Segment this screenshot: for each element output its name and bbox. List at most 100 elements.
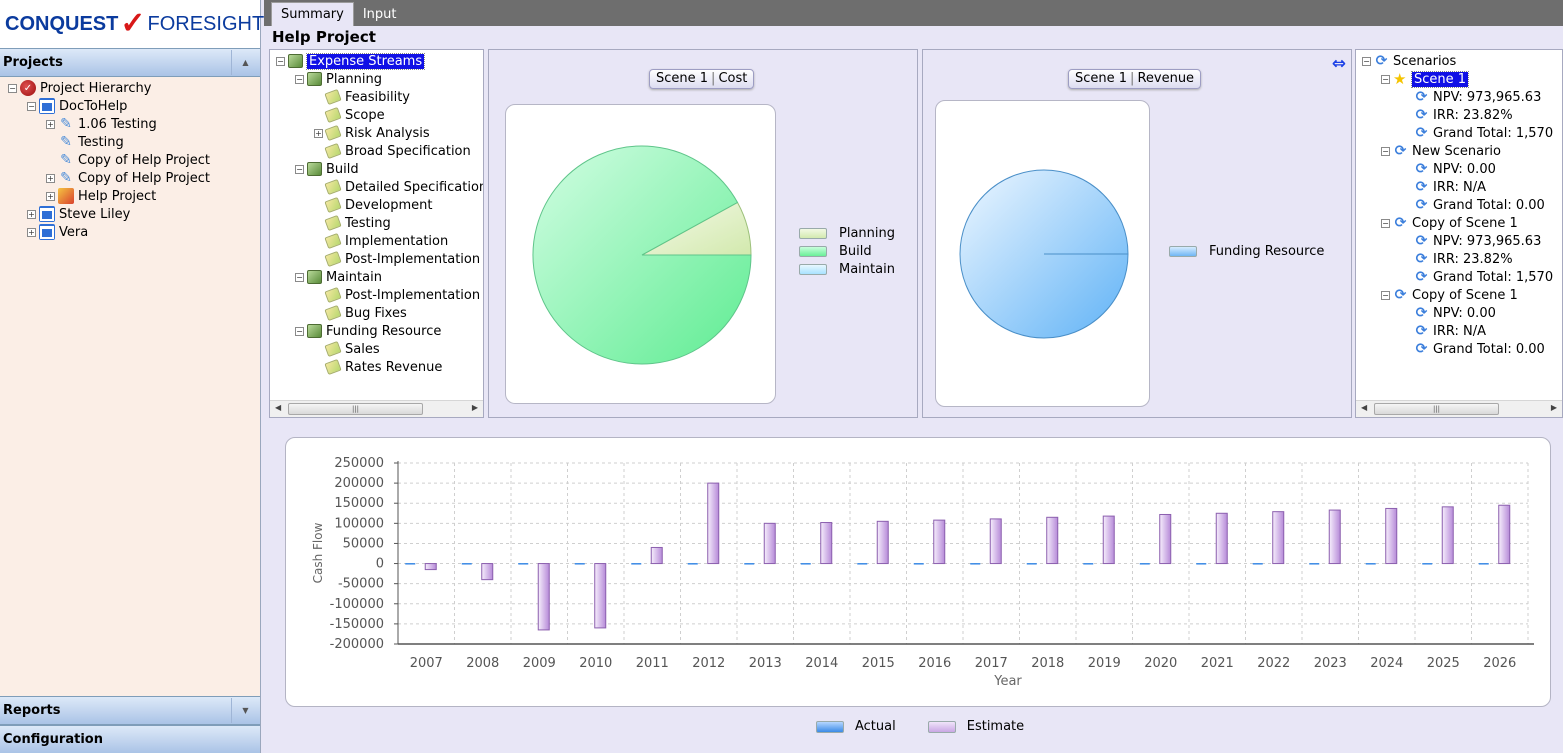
estimate-bar[interactable]: [989, 518, 1002, 565]
stream-leaf-item[interactable]: +Bug Fixes: [276, 304, 483, 322]
scenarios-horizontal-scrollbar[interactable]: ◀ ||| ▶: [1356, 400, 1562, 417]
estimate-bar[interactable]: [1046, 516, 1059, 565]
project-tree-item[interactable]: + ✎ 1.06 Testing: [0, 115, 260, 133]
stream-leaf-item[interactable]: +Feasibility: [276, 88, 483, 106]
projects-section-header[interactable]: Projects ▲: [0, 48, 260, 77]
collapse-node-icon[interactable]: −: [1381, 218, 1390, 228]
collapse-node-icon[interactable]: −: [295, 326, 304, 336]
tab-summary[interactable]: Summary: [271, 2, 354, 26]
estimate-bar[interactable]: [1498, 504, 1511, 565]
expand-arrows-icon[interactable]: ⇔: [1332, 54, 1346, 74]
scenario-item[interactable]: − ⟳ Copy of Scene 1: [1362, 214, 1553, 232]
estimate-bar[interactable]: [537, 563, 550, 631]
actual-bar[interactable]: [1083, 563, 1094, 565]
stream-leaf-item[interactable]: +Sales: [276, 340, 483, 358]
collapse-up-icon[interactable]: ▲: [231, 50, 259, 75]
actual-bar[interactable]: [1422, 563, 1433, 565]
configuration-section-header[interactable]: Configuration: [0, 725, 260, 753]
stream-leaf-item[interactable]: +Detailed Specification: [276, 178, 483, 196]
project-tree-item[interactable]: ✎ Testing: [0, 133, 260, 151]
collapse-node-icon[interactable]: −: [1381, 290, 1390, 300]
collapse-node-icon[interactable]: −: [1362, 56, 1371, 66]
collapse-node-icon[interactable]: −: [295, 164, 304, 174]
actual-bar[interactable]: [518, 563, 529, 565]
estimate-bar[interactable]: [1385, 507, 1398, 565]
actual-bar[interactable]: [800, 563, 811, 565]
tab-input[interactable]: Input: [354, 3, 406, 26]
stream-group-item[interactable]: − Funding Resource: [276, 322, 483, 340]
expand-node-icon[interactable]: +: [46, 173, 55, 183]
project-tree-item[interactable]: − ✓ Project Hierarchy: [0, 79, 260, 97]
scroll-right-icon[interactable]: ▶: [1551, 403, 1557, 412]
estimate-bar[interactable]: [1215, 512, 1228, 565]
estimate-bar[interactable]: [1328, 509, 1341, 565]
estimate-bar[interactable]: [1102, 515, 1115, 565]
expand-down-icon[interactable]: ▼: [231, 698, 259, 723]
estimate-bar[interactable]: [707, 482, 720, 565]
estimate-bar[interactable]: [481, 563, 494, 581]
collapse-node-icon[interactable]: −: [295, 74, 304, 84]
stream-group-item[interactable]: − Build: [276, 160, 483, 178]
collapse-node-icon[interactable]: −: [8, 83, 17, 93]
expand-node-icon[interactable]: +: [27, 227, 36, 237]
scenario-item[interactable]: − ★ Scene 1: [1362, 70, 1553, 88]
expand-node-icon[interactable]: +: [46, 191, 55, 201]
pie-slice-funding-resource[interactable]: [959, 169, 1129, 339]
stream-group-item[interactable]: − Maintain: [276, 268, 483, 286]
estimate-bar[interactable]: [1272, 511, 1285, 565]
actual-bar[interactable]: [631, 563, 642, 565]
stream-leaf-item[interactable]: +Post-Implementation: [276, 250, 483, 268]
actual-bar[interactable]: [1196, 563, 1207, 565]
stream-leaf-item[interactable]: +Testing: [276, 214, 483, 232]
expand-node-icon[interactable]: +: [46, 119, 55, 129]
actual-bar[interactable]: [913, 563, 924, 565]
estimate-bar[interactable]: [424, 563, 437, 571]
actual-bar[interactable]: [1139, 563, 1150, 565]
stream-leaf-item[interactable]: +Rates Revenue: [276, 358, 483, 376]
stream-leaf-item[interactable]: +Development: [276, 196, 483, 214]
stream-leaf-item[interactable]: +Post-Implementation: [276, 286, 483, 304]
collapse-node-icon[interactable]: −: [27, 101, 36, 111]
horizontal-scrollbar[interactable]: ◀ ||| ▶: [270, 400, 483, 417]
actual-bar[interactable]: [1309, 563, 1320, 565]
scroll-left-icon[interactable]: ◀: [1361, 403, 1367, 412]
actual-bar[interactable]: [1252, 563, 1263, 565]
actual-bar[interactable]: [687, 563, 698, 565]
collapse-node-icon[interactable]: −: [295, 272, 304, 282]
project-tree-item[interactable]: + Steve Liley: [0, 205, 260, 223]
collapse-node-icon[interactable]: −: [276, 56, 285, 66]
scroll-thumb[interactable]: |||: [1374, 403, 1499, 415]
estimate-bar[interactable]: [820, 522, 833, 565]
scenario-item[interactable]: − ⟳ Copy of Scene 1: [1362, 286, 1553, 304]
actual-bar[interactable]: [744, 563, 755, 565]
expand-node-icon[interactable]: +: [314, 128, 323, 138]
project-tree-item[interactable]: + Vera: [0, 223, 260, 241]
project-tree-item[interactable]: − DocToHelp: [0, 97, 260, 115]
estimate-bar[interactable]: [650, 546, 663, 565]
stream-leaf-item[interactable]: +Implementation: [276, 232, 483, 250]
actual-bar[interactable]: [574, 563, 585, 565]
actual-bar[interactable]: [1365, 563, 1376, 565]
estimate-bar[interactable]: [763, 522, 776, 565]
scroll-right-icon[interactable]: ▶: [472, 403, 478, 412]
actual-bar[interactable]: [970, 563, 981, 565]
estimate-bar[interactable]: [1441, 506, 1454, 565]
expand-node-icon[interactable]: +: [27, 209, 36, 219]
estimate-bar[interactable]: [594, 563, 607, 629]
actual-bar[interactable]: [405, 563, 416, 565]
actual-bar[interactable]: [1478, 563, 1489, 565]
actual-bar[interactable]: [1026, 563, 1037, 565]
scroll-thumb[interactable]: |||: [288, 403, 423, 415]
project-tree-item[interactable]: + ✎ Copy of Help Project: [0, 169, 260, 187]
estimate-bar[interactable]: [933, 519, 946, 565]
stream-leaf-item[interactable]: + Risk Analysis: [276, 124, 483, 142]
project-tree-item[interactable]: ✎ Copy of Help Project: [0, 151, 260, 169]
stream-leaf-item[interactable]: +Scope: [276, 106, 483, 124]
streams-root-item[interactable]: − Expense Streams: [276, 52, 483, 70]
estimate-bar[interactable]: [876, 520, 889, 565]
collapse-node-icon[interactable]: −: [1381, 74, 1390, 84]
stream-group-item[interactable]: − Planning: [276, 70, 483, 88]
scenario-item[interactable]: − ⟳ New Scenario: [1362, 142, 1553, 160]
collapse-node-icon[interactable]: −: [1381, 146, 1390, 156]
project-tree-item[interactable]: + Help Project: [0, 187, 260, 205]
